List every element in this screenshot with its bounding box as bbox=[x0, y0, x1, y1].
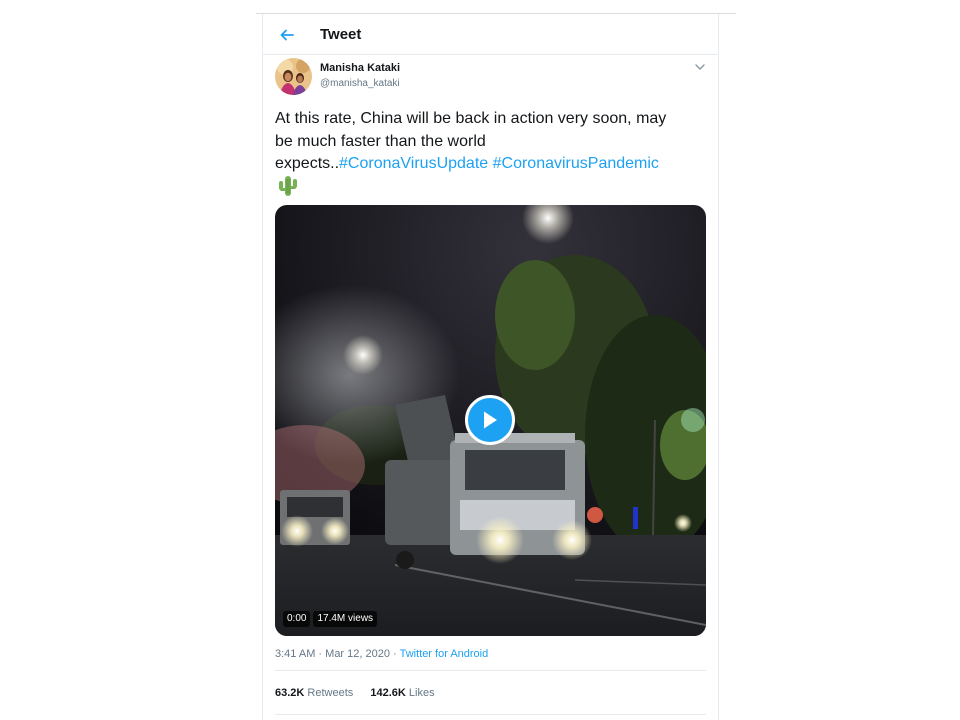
retweets-label: Retweets bbox=[307, 687, 354, 699]
tweet-column: Tweet Manisha Kataki @manisha_kataki At … bbox=[262, 14, 719, 720]
tweet-timestamp: 3:41 AM · Mar 12, 2020 · Twitter for And… bbox=[275, 648, 488, 660]
video-views: 17.4M views bbox=[313, 611, 378, 627]
tweet-text-line2: be much faster than the world bbox=[275, 132, 486, 150]
author-handle[interactable]: @manisha_kataki bbox=[320, 78, 400, 89]
tweet-header: Tweet bbox=[263, 14, 718, 55]
page-title: Tweet bbox=[320, 26, 362, 43]
video-meta: 0:00 17.4M views bbox=[283, 611, 378, 627]
tweet-time[interactable]: 3:41 AM bbox=[275, 648, 315, 660]
arrow-left-icon bbox=[280, 29, 294, 41]
likes-label: Likes bbox=[408, 687, 435, 699]
back-button[interactable] bbox=[277, 25, 297, 45]
tweet-text-line3: expects.. bbox=[275, 155, 340, 172]
likes-count: 142.6K bbox=[370, 687, 406, 699]
retweets-count: 63.2K bbox=[275, 687, 305, 699]
tweet-source-link[interactable]: Twitter for Android bbox=[400, 648, 489, 660]
chevron-down-icon bbox=[695, 63, 705, 70]
tweet-stats: 63.2K Retweets 142.6K Likes bbox=[275, 687, 449, 699]
hashtag-link[interactable]: #CoronavirusPandemic bbox=[493, 155, 659, 172]
hashtag-link[interactable]: #CoronaVirusUpdate bbox=[339, 155, 488, 172]
tweet-text: At this rate, China will be back in acti… bbox=[275, 108, 710, 176]
stats-divider-bottom bbox=[275, 714, 706, 715]
tweet-date[interactable]: Mar 12, 2020 bbox=[325, 648, 390, 660]
video-duration: 0:00 bbox=[283, 611, 311, 627]
retweets-stat[interactable]: 63.2K Retweets bbox=[275, 687, 353, 699]
meta-separator: · bbox=[393, 648, 397, 660]
video-player[interactable]: 0:00 17.4M views bbox=[275, 205, 706, 636]
meta-separator: · bbox=[318, 648, 323, 660]
more-options-button[interactable] bbox=[692, 60, 708, 74]
likes-stat[interactable]: 142.6K Likes bbox=[370, 687, 434, 699]
play-button[interactable] bbox=[465, 395, 515, 445]
author-name[interactable]: Manisha Kataki bbox=[320, 62, 400, 74]
cactus-icon bbox=[275, 174, 299, 198]
avatar[interactable] bbox=[275, 58, 312, 95]
stats-divider-top bbox=[275, 670, 706, 671]
play-icon bbox=[484, 411, 497, 429]
tweet-text-line1: At this rate, China will be back in acti… bbox=[275, 110, 667, 127]
